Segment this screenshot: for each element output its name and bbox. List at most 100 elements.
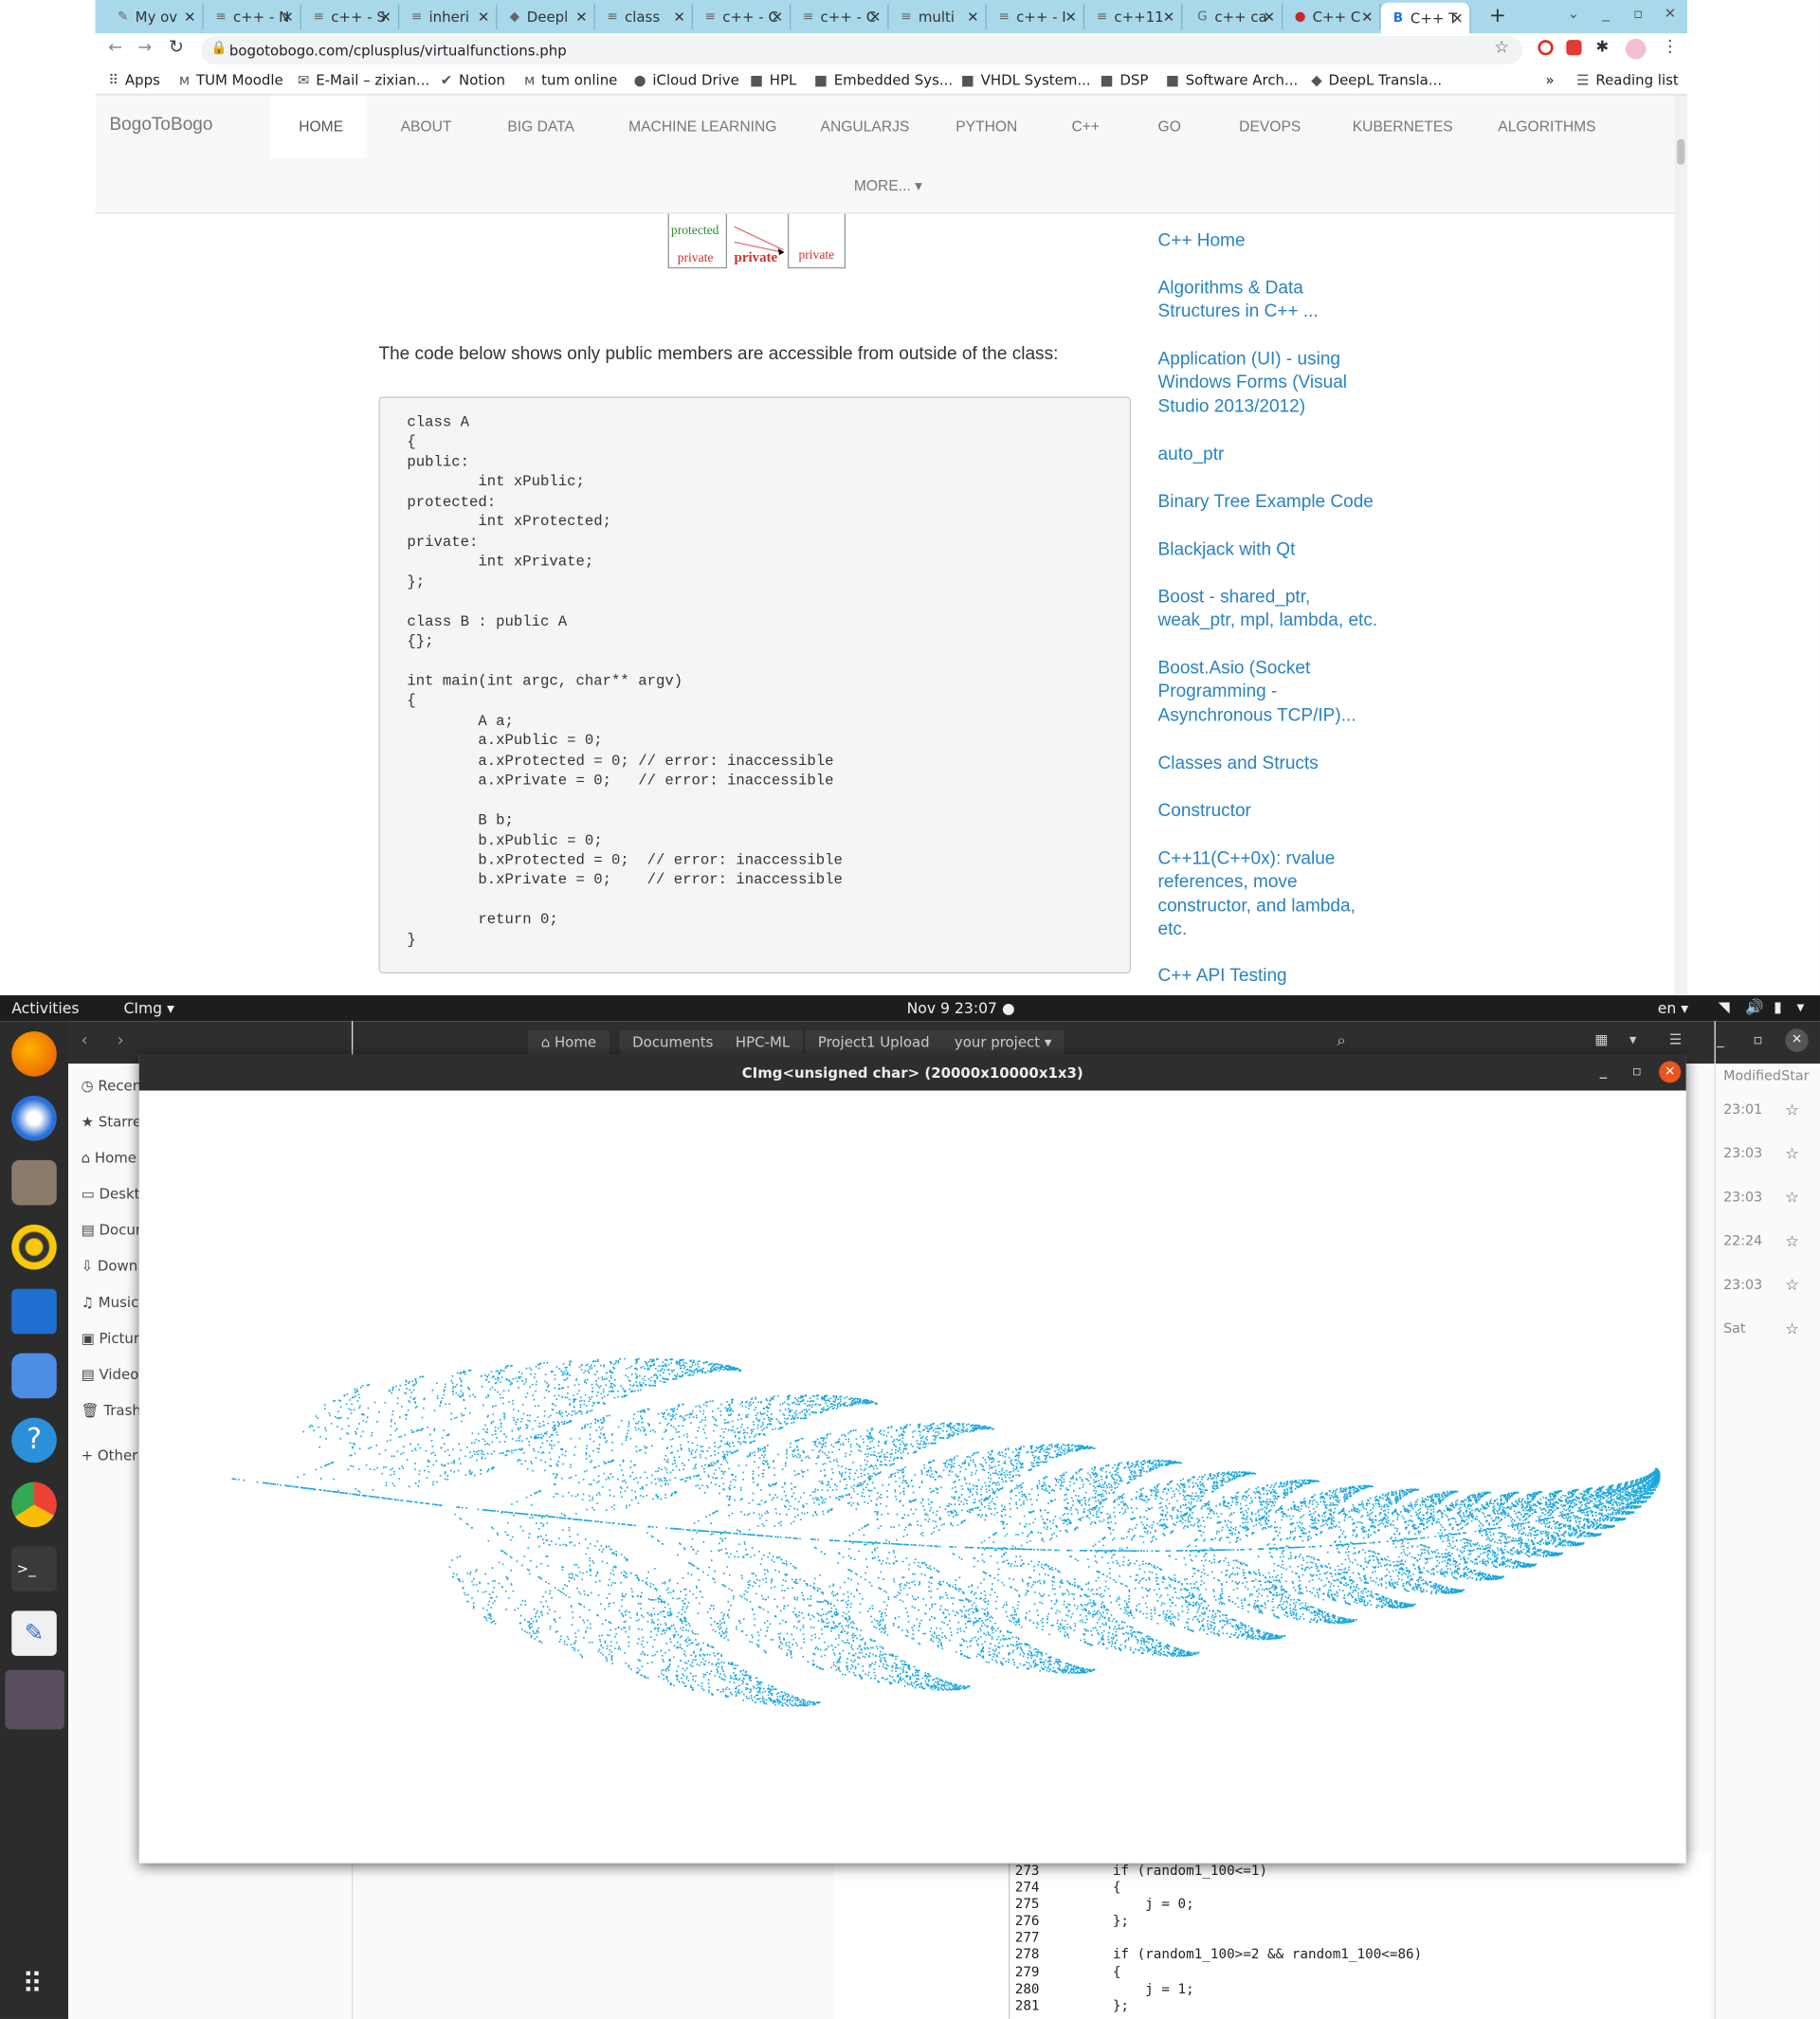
breadcrumb[interactable]: Documents	[619, 1029, 726, 1056]
nav-python[interactable]: PYTHON	[956, 119, 1017, 135]
sidebar-recent[interactable]: ◷ Recent	[82, 1078, 147, 1095]
tab-close-icon[interactable]: ✕	[575, 9, 588, 26]
browser-tab[interactable]: ◆ Deepl ✕	[497, 4, 595, 30]
writer-icon[interactable]	[11, 1288, 57, 1335]
thunderbird-icon[interactable]	[11, 1095, 57, 1141]
browser-tab[interactable]: ≡ c++ - I ✕	[987, 4, 1085, 30]
sidebar-link[interactable]: auto_ptr	[1158, 442, 1364, 465]
bookmark-icloud[interactable]: ● iCloud Drive	[634, 72, 739, 89]
reading-list[interactable]: ☰ Reading list	[1576, 72, 1679, 89]
menu-kebab-icon[interactable]: ⋮	[1662, 37, 1679, 56]
reload-icon[interactable]: ↻	[169, 37, 184, 58]
star-icon[interactable]: ☆	[1785, 1145, 1799, 1163]
tab-close-icon[interactable]: ✕	[772, 9, 784, 26]
sidebar-link[interactable]: Boost - shared_ptr, weak_ptr, mpl, lambd…	[1158, 585, 1391, 632]
sidebar-link[interactable]: Classes and Structs	[1158, 751, 1364, 774]
tab-close-icon[interactable]: ✕	[673, 9, 685, 26]
sidebar-link[interactable]: Binary Tree Example Code	[1158, 489, 1391, 513]
cimg-titlebar[interactable]: CImg<unsigned char> (20000x10000x1x3) _ …	[138, 1054, 1686, 1091]
extension-icon[interactable]	[1538, 40, 1554, 56]
bookmark-deepl[interactable]: ◆ DeepL Transla...	[1311, 72, 1442, 89]
sidebar-link[interactable]: C++ API Testing	[1158, 963, 1364, 987]
menu-icon[interactable]: ☰	[1669, 1031, 1682, 1048]
software-icon[interactable]	[11, 1353, 57, 1399]
browser-tab[interactable]: ≡ multi ✕	[889, 4, 987, 30]
page-scrollbar[interactable]	[1674, 95, 1688, 996]
browser-tab[interactable]: ✎ My ov ✕	[105, 4, 204, 30]
browser-tab[interactable]: ≡ c++ - N ✕	[204, 4, 301, 30]
star-icon[interactable]: ☆	[1785, 1319, 1799, 1337]
sidebar-home[interactable]: ⌂ Home	[82, 1150, 136, 1167]
bookmark-apps[interactable]: ⠿ Apps	[108, 72, 160, 89]
star-icon[interactable]: ☆	[1785, 1232, 1799, 1250]
view-options-icon[interactable]: ▾	[1629, 1031, 1637, 1048]
sidebar-link[interactable]: C++11(C++0x): rvalue references, move co…	[1158, 846, 1371, 939]
bookmark-tum-online[interactable]: ᴍ tum online	[524, 72, 617, 89]
bookmark-tum-moodle[interactable]: ᴍ TUM Moodle	[179, 72, 283, 89]
minimize-button[interactable]: _	[1717, 1031, 1723, 1048]
nav-kubernetes[interactable]: KUBERNETES	[1353, 119, 1453, 135]
tab-search-icon[interactable]: ⌄	[1568, 5, 1580, 22]
cimg-app-icon[interactable]	[5, 1669, 64, 1730]
battery-icon[interactable]: ▮	[1774, 998, 1782, 1016]
activities-button[interactable]: Activities	[11, 999, 79, 1017]
volume-icon[interactable]: 🔊	[1745, 998, 1763, 1016]
sidebar-trash[interactable]: 🗑 Trash	[82, 1402, 141, 1419]
bookmark-notion[interactable]: ✔ Notion	[441, 72, 505, 89]
system-menu-arrow-icon[interactable]: ▾	[1797, 998, 1805, 1016]
extensions-puzzle-icon[interactable]: ✱	[1596, 37, 1610, 55]
nav-cpp[interactable]: C++	[1072, 119, 1101, 135]
nav-home[interactable]: HOME	[299, 119, 343, 135]
sidebar-videos[interactable]: ▤ Videos	[82, 1366, 147, 1383]
address-bar[interactable]: 🔒 bogotobogo.com/cplusplus/virtualfuncti…	[200, 36, 1523, 64]
star-icon[interactable]: ☆	[1785, 1100, 1799, 1119]
tab-close-icon[interactable]: ✕	[1451, 9, 1464, 27]
breadcrumb[interactable]: Project1 Upload	[805, 1029, 943, 1056]
bookmark-software-arch[interactable]: ■ Software Arch...	[1166, 72, 1299, 89]
nav-algorithms[interactable]: ALGORITHMS	[1498, 119, 1595, 135]
maximize-button[interactable]: ▫	[1632, 1063, 1642, 1080]
sidebar-link[interactable]: Boost.Asio (Socket Programming - Asynchr…	[1158, 655, 1364, 726]
browser-tab[interactable]: ≡ inheri ✕	[399, 4, 498, 30]
app-menu[interactable]: CImg ▾	[123, 999, 174, 1017]
sidebar-link[interactable]: Constructor	[1158, 798, 1364, 822]
bookmark-hpl[interactable]: ■ HPL	[750, 72, 797, 89]
bookmark-email[interactable]: ✉ E-Mail – zixian...	[298, 72, 429, 89]
tab-close-icon[interactable]: ✕	[1264, 9, 1276, 26]
nav-big-data[interactable]: BIG DATA	[507, 119, 574, 135]
close-button[interactable]: ✕	[1785, 1028, 1809, 1052]
tab-close-icon[interactable]: ✕	[380, 9, 392, 26]
sidebar-link[interactable]: Algorithms & Data Structures in C++ ...	[1158, 276, 1338, 323]
tab-close-icon[interactable]: ✕	[282, 9, 294, 26]
sidebar-link[interactable]: Application (UI) - using Windows Forms (…	[1158, 346, 1364, 417]
browser-tab[interactable]: ≡ class ✕	[595, 4, 694, 30]
nav-angularjs[interactable]: ANGULARJS	[821, 119, 910, 135]
breadcrumb-home[interactable]: ⌂ Home	[528, 1029, 610, 1056]
minimize-button[interactable]: _	[1600, 1063, 1607, 1080]
star-icon[interactable]: ☆	[1785, 1189, 1799, 1207]
back-icon[interactable]: ←	[108, 39, 122, 58]
column-star[interactable]: Star	[1781, 1068, 1809, 1083]
bookmark-embedded[interactable]: ■ Embedded Sys...	[814, 72, 953, 89]
nav-about[interactable]: ABOUT	[401, 119, 452, 135]
bookmarks-overflow-icon[interactable]: »	[1546, 72, 1555, 89]
nav-devops[interactable]: DEVOPS	[1239, 119, 1301, 135]
browser-tab[interactable]: Gc++ ca ✕	[1185, 4, 1283, 30]
tab-close-icon[interactable]: ✕	[869, 9, 882, 26]
close-button[interactable]: ✕	[1659, 1061, 1682, 1083]
wifi-icon[interactable]: ◥	[1719, 998, 1730, 1016]
close-window-button[interactable]: ✕	[1665, 5, 1677, 22]
new-tab-button[interactable]: +	[1489, 3, 1506, 27]
back-icon[interactable]: ‹	[82, 1031, 88, 1050]
help-icon[interactable]: ?	[11, 1417, 57, 1464]
forward-icon[interactable]: →	[137, 39, 152, 58]
clock[interactable]: Nov 9 23:07 ●	[907, 999, 1015, 1017]
column-modified[interactable]: Modified	[1723, 1068, 1781, 1083]
sidebar-link[interactable]: Blackjack with Qt	[1158, 537, 1364, 560]
tab-close-icon[interactable]: ✕	[967, 9, 979, 26]
extension-icon[interactable]	[1566, 40, 1582, 56]
tab-close-icon[interactable]: ✕	[478, 9, 490, 26]
language-indicator[interactable]: en ▾	[1658, 999, 1688, 1017]
site-brand[interactable]: BogoToBogo	[109, 114, 212, 135]
nav-more-dropdown[interactable]: MORE... ▾	[854, 176, 922, 194]
